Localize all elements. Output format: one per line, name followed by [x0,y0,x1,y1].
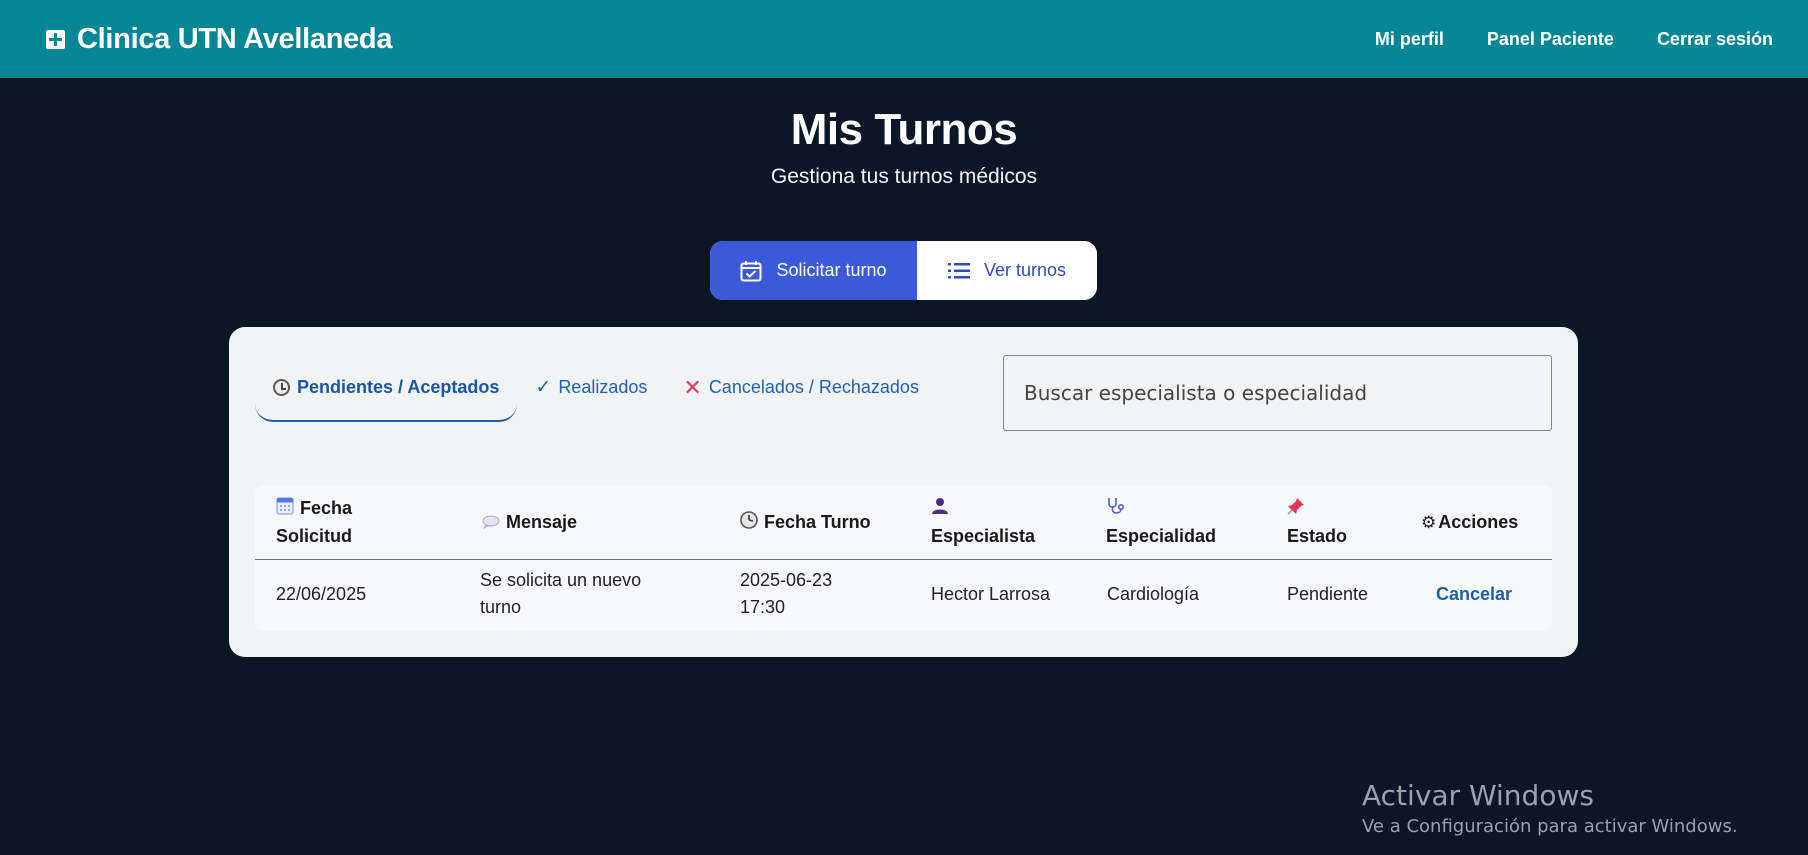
col-fecha-solicitud: Fecha Solicitud [276,495,352,550]
person-icon [931,496,949,523]
tab-label: Pendientes / Aceptados [297,377,500,397]
col-fecha-turno: Fecha Turno [740,509,871,537]
hero: Mis Turnos Gestiona tus turnos médicos [0,105,1808,189]
activate-windows-watermark: Activar Windows Ve a Configuración para … [1362,779,1738,837]
brand[interactable]: Clinica UTN Avellaneda [46,23,392,56]
tab-cancelados-rechazados[interactable]: ✕ Cancelados / Rechazados [665,355,937,420]
request-turn-button[interactable]: Solicitar turno [710,241,917,300]
tab-realizados[interactable]: ✓ Realizados [517,355,665,420]
watermark-title: Activar Windows [1362,779,1594,812]
tab-label: Cancelados / Rechazados [708,377,919,397]
nav-link-panel-paciente[interactable]: Panel Paciente [1487,29,1614,50]
speech-bubble-icon [482,510,500,537]
cell-especialista: Hector Larrosa [931,584,1051,604]
stethoscope-icon [1106,496,1126,523]
calendar-icon [276,496,294,523]
nav-links: Mi perfil Panel Paciente Cerrar sesión [1375,29,1773,50]
cell-fecha-turno: 2025-06-23 17:30 [740,570,833,617]
page-title: Mis Turnos [790,105,1018,154]
calendar-check-icon [740,260,762,281]
nav-link-cerrar-sesion[interactable]: Cerrar sesión [1657,29,1773,50]
view-turns-button[interactable]: Ver turnos [917,241,1097,300]
list-icon [947,262,970,278]
clock-icon [740,510,758,537]
check-icon: ✓ [535,377,552,398]
brand-title: Clinica UTN Avellaneda [77,22,393,55]
clock-icon [273,379,290,396]
cell-estado: Pendiente [1287,584,1369,604]
pushpin-icon [1287,496,1305,523]
gear-icon: ⚙ [1421,513,1437,532]
col-acciones: ⚙ Acciones [1421,512,1519,532]
navbar: Clinica UTN Avellaneda Mi perfil Panel P… [0,0,1808,78]
col-mensaje: Mensaje [482,509,577,537]
cell-mensaje: Se solicita un nuevo turno [480,570,642,617]
request-turn-label: Solicitar turno [776,260,887,280]
view-turns-label: Ver turnos [983,260,1067,280]
tab-label: Realizados [558,377,648,397]
table-header: Fecha Solicitud Mensaje Fecha Turno Espe… [255,485,1552,560]
page-subtitle: Gestiona tus turnos médicos [770,165,1038,188]
turns-table: Fecha Solicitud Mensaje Fecha Turno Espe… [255,485,1552,631]
col-especialidad: Especialidad [1106,495,1216,550]
turns-card: Pendientes / Aceptados ✓ Realizados ✕ Ca… [229,327,1578,657]
watermark-subtitle: Ve a Configuración para activar Windows. [1362,816,1738,837]
filter-tabs: Pendientes / Aceptados ✓ Realizados ✕ Ca… [255,355,937,422]
cell-especialidad: Cardiología [1107,584,1200,604]
cross-mark-icon: ✕ [683,374,702,400]
view-toggle: Solicitar turno Ver turnos [710,241,1097,300]
tab-pendientes-aceptados[interactable]: Pendientes / Aceptados [255,355,518,422]
col-estado: Estado [1287,495,1347,550]
nav-link-mi-perfil[interactable]: Mi perfil [1375,29,1444,50]
cell-fecha-solicitud: 22/06/2025 [276,584,367,604]
hospital-cross-icon [46,29,65,49]
col-especialista: Especialista [931,495,1035,550]
cancel-turn-link[interactable]: Cancelar [1436,581,1512,608]
search-input[interactable] [1003,355,1552,431]
